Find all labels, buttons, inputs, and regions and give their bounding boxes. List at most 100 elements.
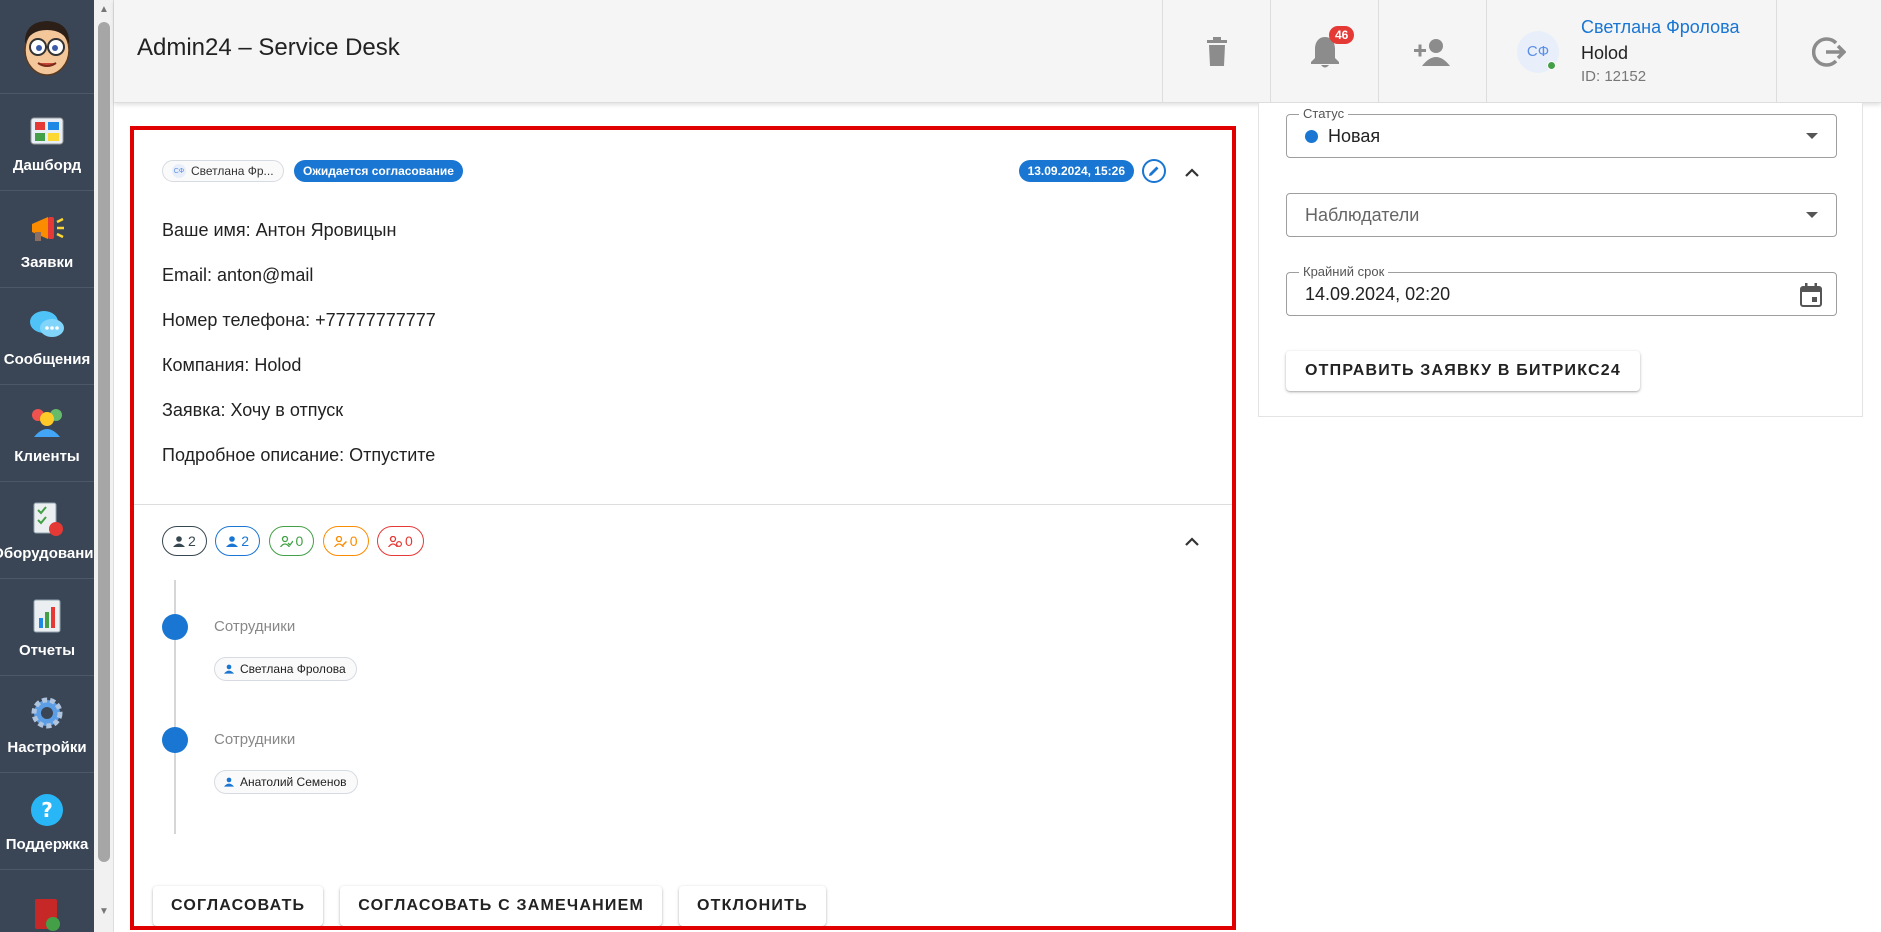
employee-chip[interactable]: Светлана Фролова xyxy=(214,657,357,681)
timeline-step-label: Сотрудники xyxy=(214,731,296,748)
pencil-icon xyxy=(1149,166,1159,176)
person-icon xyxy=(226,535,239,547)
book-icon xyxy=(27,895,67,932)
scroll-down-icon[interactable]: ▼ xyxy=(99,906,109,917)
sidebar-item-support[interactable]: ? Поддержка xyxy=(0,773,94,870)
sidebar-item-extra[interactable] xyxy=(0,870,94,932)
user-company: Holod xyxy=(1581,42,1629,63)
sidebar-item-label: Поддержка xyxy=(5,835,89,853)
divider xyxy=(134,504,1232,505)
field-request: Заявка: Хочу в отпуск xyxy=(162,400,344,420)
ticket-fields: Ваше имя: Антон Яровицын Email: anton@ma… xyxy=(162,218,436,488)
sidebar-item-clients[interactable]: Клиенты xyxy=(0,385,94,482)
user-profile[interactable]: СФ Светлана Фролова Holod ID: 12152 xyxy=(1486,0,1776,103)
author-name: Светлана Фр... xyxy=(191,164,274,178)
logout-button[interactable] xyxy=(1776,0,1881,103)
sidebar-item-tickets[interactable]: Заявки xyxy=(0,191,94,288)
app-title: Admin24 – Service Desk xyxy=(137,34,400,61)
ticket-card: СФ Светлана Фр... Ожидается согласование… xyxy=(130,126,1236,930)
avatar: СФ xyxy=(172,164,186,178)
clients-icon xyxy=(27,402,67,442)
counter-with-remarks[interactable]: 0 xyxy=(322,526,369,556)
counter-total[interactable]: 2 xyxy=(162,526,207,556)
status-badge: Ожидается согласование xyxy=(293,160,463,182)
person-cancel-icon xyxy=(388,535,402,547)
watchers-select[interactable]: Наблюдатели xyxy=(1286,193,1837,237)
online-indicator xyxy=(1547,60,1556,70)
status-select[interactable]: Статус Новая xyxy=(1286,106,1837,158)
sidebar-item-label: Дашборд xyxy=(12,156,82,174)
sidebar-item-dashboard[interactable]: Дашборд xyxy=(0,94,94,191)
avatar: СФ xyxy=(1517,30,1559,73)
approve-with-comment-button[interactable]: СОГЛАСОВАТЬ С ЗАМЕЧАНИЕМ xyxy=(340,886,662,926)
megaphone-icon xyxy=(27,208,67,248)
person-icon xyxy=(224,664,234,674)
deadline-field[interactable]: Крайний срок 14.09.2024, 02:20 xyxy=(1286,264,1837,316)
approval-counters: 2 2 0 0 0 xyxy=(162,526,1204,556)
approval-actions: СОГЛАСОВАТЬ СОГЛАСОВАТЬ С ЗАМЕЧАНИЕМ ОТК… xyxy=(153,886,826,926)
sidebar-item-settings[interactable]: Настройки xyxy=(0,676,94,773)
sidebar: Дашборд Заявки Сообщения Клиенты Оборудо… xyxy=(0,0,94,932)
sidebar-item-label: Настройки xyxy=(7,738,87,756)
approve-button[interactable]: СОГЛАСОВАТЬ xyxy=(153,886,324,926)
add-user-icon xyxy=(1413,38,1450,66)
status-color-dot xyxy=(1305,129,1318,143)
user-id: ID: 12152 xyxy=(1581,68,1647,86)
sidebar-item-reports[interactable]: Отчеты xyxy=(0,579,94,676)
field-description: Подробное описание: Отпустите xyxy=(162,445,436,465)
sidebar-item-label: Отчеты xyxy=(18,641,76,659)
send-to-bitrix-button[interactable]: ОТПРАВИТЬ ЗАЯВКУ В БИТРИКС24 xyxy=(1286,351,1640,391)
counter-rejected[interactable]: 0 xyxy=(377,526,424,556)
ticket-header: СФ Светлана Фр... Ожидается согласование… xyxy=(162,159,1204,186)
field-name: Ваше имя: Антон Яровицын xyxy=(162,220,397,240)
collapse-approvals-button[interactable] xyxy=(1180,529,1204,553)
person-icon xyxy=(173,535,185,547)
sidebar-item-label: Сообщения xyxy=(3,350,91,368)
watchers-placeholder: Наблюдатели xyxy=(1305,204,1420,225)
author-chip[interactable]: СФ Светлана Фр... xyxy=(162,160,284,182)
avatar-face-icon xyxy=(24,20,70,76)
report-icon xyxy=(27,596,67,636)
add-user-button[interactable] xyxy=(1378,0,1486,103)
gear-icon xyxy=(27,693,67,733)
sidebar-item-label: Оборудование xyxy=(0,544,94,562)
calendar-icon[interactable] xyxy=(1800,283,1822,307)
status-legend: Статус xyxy=(1299,106,1349,121)
scrollbar-thumb[interactable] xyxy=(98,22,110,862)
svg-text:?: ? xyxy=(41,798,53,822)
person-edit-icon xyxy=(333,535,347,547)
counter-approved[interactable]: 0 xyxy=(268,526,315,556)
sidebar-item-label: Заявки xyxy=(20,253,74,271)
user-name[interactable]: Светлана Фролова xyxy=(1581,17,1739,39)
edit-button[interactable] xyxy=(1142,159,1166,183)
trash-button[interactable] xyxy=(1162,0,1270,103)
notifications-button[interactable]: 46 xyxy=(1270,0,1378,103)
reject-button[interactable]: ОТКЛОНИТЬ xyxy=(678,886,826,926)
field-company: Компания: Holod xyxy=(162,355,302,375)
logo[interactable] xyxy=(0,0,94,94)
sidebar-item-label: Клиенты xyxy=(14,447,80,465)
trash-icon xyxy=(1206,36,1227,66)
person-check-icon xyxy=(279,535,293,547)
timeline-dot xyxy=(162,727,188,753)
person-icon xyxy=(224,777,234,787)
date-badge: 13.09.2024, 15:26 xyxy=(1018,160,1134,182)
collapse-details-button[interactable] xyxy=(1180,160,1204,184)
deadline-value: 14.09.2024, 02:20 xyxy=(1305,283,1451,304)
dropdown-arrow-icon xyxy=(1806,212,1818,218)
approval-timeline: Сотрудники Светлана Фролова Сотрудники А… xyxy=(162,580,762,834)
chat-icon xyxy=(27,305,67,345)
equipment-icon xyxy=(27,499,67,539)
logout-icon xyxy=(1812,36,1846,67)
top-header: Admin24 – Service Desk 46 СФ Светлана Фр… xyxy=(114,0,1881,103)
status-value: Новая xyxy=(1328,125,1381,146)
counter-pending[interactable]: 2 xyxy=(215,526,261,556)
scroll-up-icon[interactable]: ▲ xyxy=(99,4,109,15)
employee-chip[interactable]: Анатолий Семенов xyxy=(214,770,358,794)
sidebar-item-equipment[interactable]: Оборудование xyxy=(0,482,94,579)
sidebar-item-messages[interactable]: Сообщения xyxy=(0,288,94,385)
chevron-up-icon xyxy=(1185,536,1199,546)
field-phone: Номер телефона: +77777777777 xyxy=(162,310,436,330)
sidebar-scrollbar[interactable]: ▲ ▼ xyxy=(94,0,114,932)
timeline-step-label: Сотрудники xyxy=(214,618,296,635)
